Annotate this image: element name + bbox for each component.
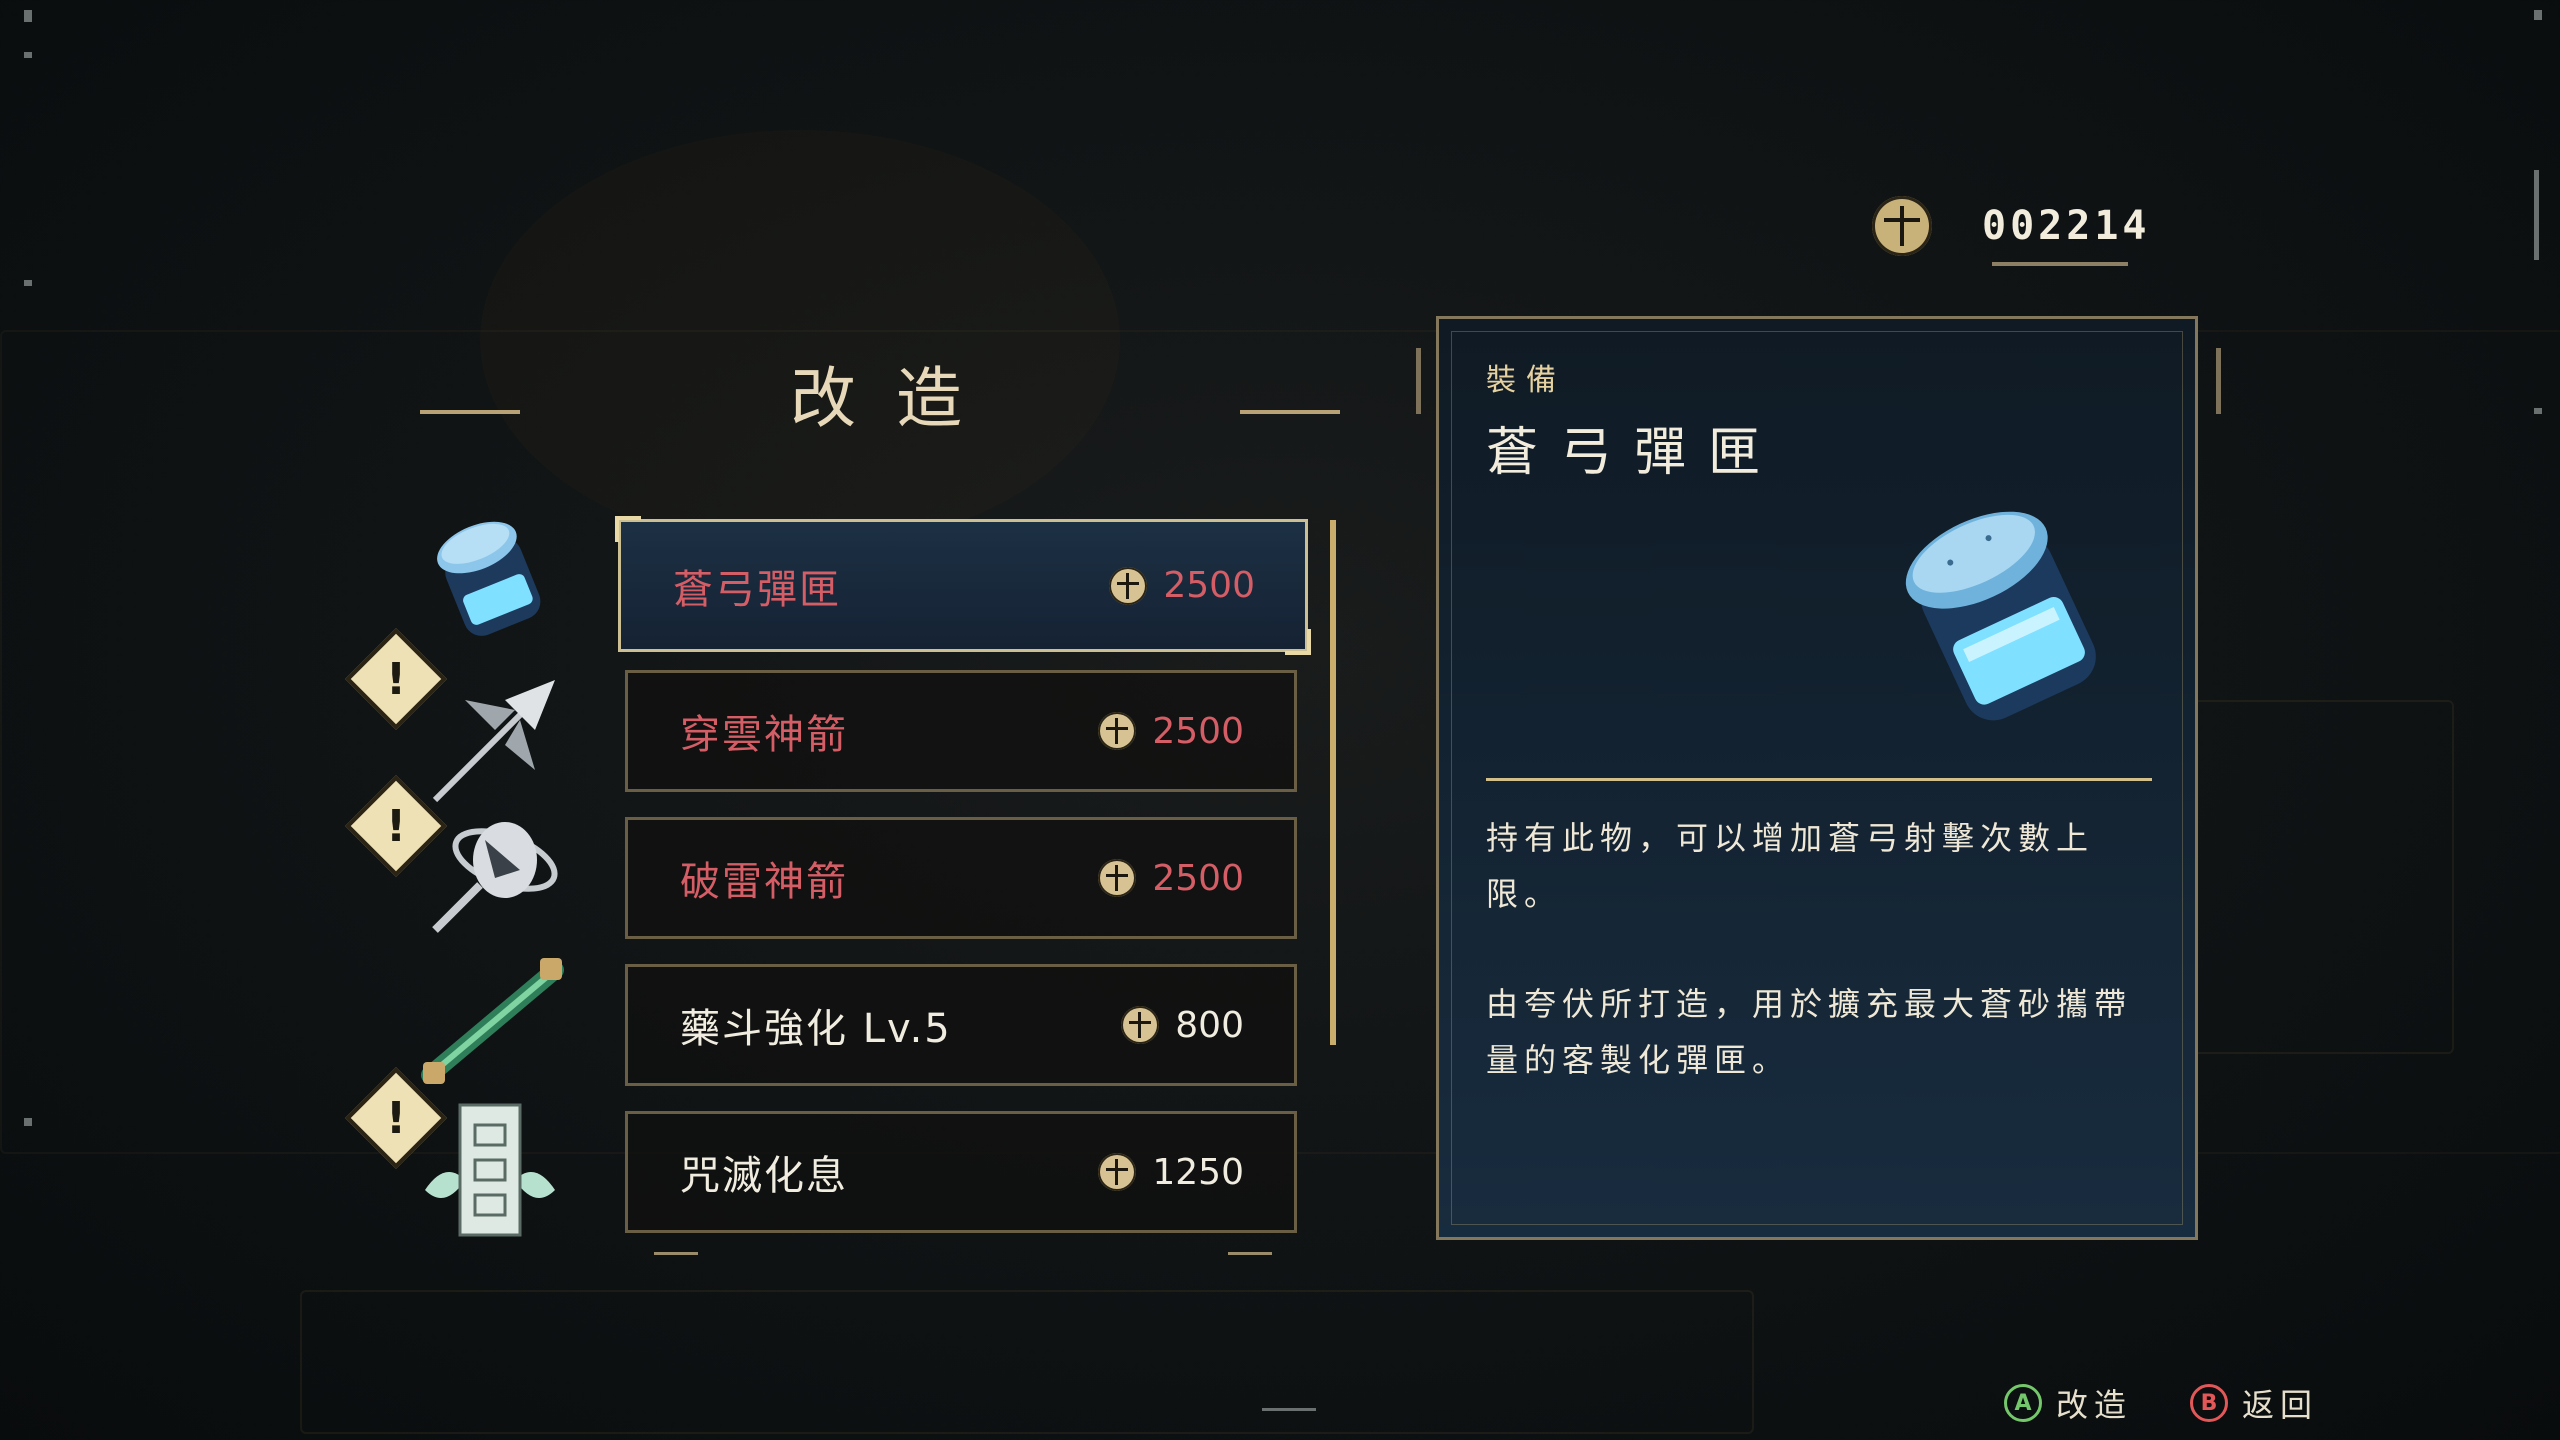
title-decoration-left: [420, 410, 520, 444]
edge-mark: [2534, 10, 2542, 20]
item-name: 蒼弓彈匣: [673, 566, 841, 613]
item-price-value: 800: [1175, 1004, 1244, 1046]
coin-icon: [1872, 196, 1932, 256]
upgrade-item-row[interactable]: 破雷神箭 2500: [625, 817, 1297, 939]
coin-icon: [1098, 1153, 1137, 1191]
item-price-value: 2500: [1152, 857, 1244, 899]
edge-mark: [24, 280, 32, 286]
a-button-icon: A: [2004, 1384, 2042, 1422]
list-end-mark: [654, 1252, 698, 1255]
background-panel: [300, 1290, 1754, 1434]
upgrade-item-row[interactable]: 穿雲神箭 2500: [625, 670, 1297, 792]
title-decoration-right: [1240, 410, 1340, 444]
item-name: 咒滅化息: [680, 1153, 848, 1199]
detail-side-line: [1416, 348, 1421, 414]
hint-back[interactable]: B 返回: [2190, 1380, 2318, 1426]
hint-upgrade[interactable]: A 改造: [2004, 1380, 2132, 1426]
list-end-mark: [1228, 1252, 1272, 1255]
edge-mark: [24, 10, 32, 22]
coin-icon: [1121, 1006, 1160, 1044]
detail-description: 由夸伏所打造，用於擴充最大蒼砂攜帶量的客製化彈匣。: [1486, 985, 2133, 1079]
background-glow: [480, 130, 1120, 550]
coin-icon: [1109, 566, 1148, 605]
edge-mark: [1262, 1408, 1316, 1411]
item-price: 2500: [1098, 711, 1244, 752]
menu-title: 改造: [790, 360, 1002, 437]
detail-divider: [1486, 778, 2152, 781]
upgrade-item-row[interactable]: 咒滅化息 1250: [625, 1111, 1297, 1233]
item-price-value: 2500: [1152, 710, 1244, 752]
edge-mark: [24, 1118, 32, 1126]
coin-icon: [1098, 859, 1137, 897]
item-price: 2500: [1098, 858, 1244, 899]
thunder-arrow-icon: [405, 800, 575, 940]
edge-mark: [24, 52, 32, 58]
currency-amount: 002214: [1982, 203, 2151, 249]
edge-mark: [2534, 408, 2542, 414]
upgrade-item-row[interactable]: 藥斗強化 Lv.5 800: [625, 964, 1297, 1086]
piercing-arrow-icon: [405, 670, 575, 810]
detail-description: 持有此物，可以增加蒼弓射擊次數上限。: [1486, 819, 2095, 913]
blue-canister-icon: [405, 505, 575, 645]
coin-icon: [1098, 712, 1137, 750]
item-name: 藥斗強化 Lv.5: [680, 1006, 952, 1052]
item-name: 破雷神箭: [680, 859, 848, 905]
detail-category: 裝備: [1486, 363, 1566, 398]
currency-underline: [1992, 262, 2128, 266]
item-price: 2500: [1109, 565, 1255, 606]
list-scrollbar[interactable]: [1330, 520, 1336, 1045]
b-button-icon: B: [2190, 1384, 2228, 1422]
detail-side-line: [2216, 348, 2221, 414]
hint-label: 改造: [2056, 1386, 2133, 1424]
hint-label: 返回: [2242, 1386, 2319, 1424]
detail-title: 蒼弓彈匣: [1486, 423, 1783, 483]
talisman-icon: [405, 1100, 575, 1240]
item-price-value: 1250: [1152, 1151, 1244, 1193]
item-price: 800: [1121, 1005, 1244, 1046]
upgrade-item-row[interactable]: 蒼弓彈匣 2500: [615, 516, 1311, 655]
medicine-pipe-icon: [405, 950, 575, 1090]
item-price: 1250: [1098, 1152, 1244, 1193]
detail-item-image: [1860, 470, 2140, 750]
item-name: 穿雲神箭: [680, 712, 848, 758]
item-price-value: 2500: [1163, 565, 1255, 606]
currency-display: 002214: [1872, 196, 2151, 256]
edge-mark: [2534, 170, 2539, 260]
